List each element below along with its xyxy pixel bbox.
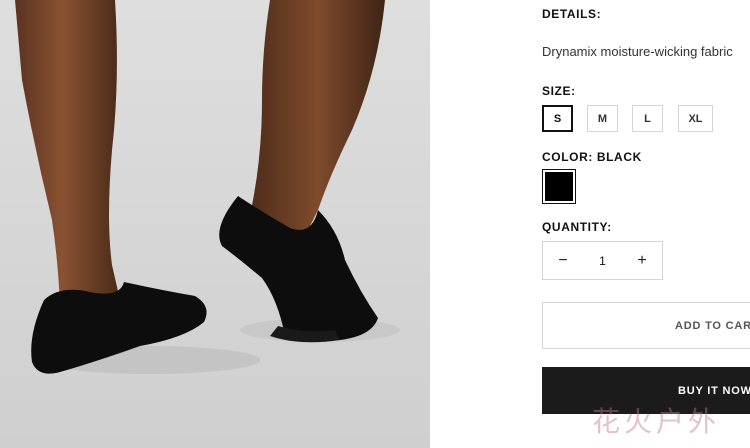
size-label: SIZE: [542,84,576,98]
minus-icon: − [558,251,568,269]
details-label: DETAILS: [542,7,602,21]
color-swatch-black[interactable] [542,169,576,204]
quantity-stepper: − 1 + [542,241,663,280]
product-photo [0,0,430,448]
plus-icon: + [637,251,647,269]
quantity-increase-button[interactable]: + [622,242,662,279]
quantity-value[interactable]: 1 [583,242,622,279]
size-option-s[interactable]: S [542,105,573,132]
watermark-text: 花火户外 [592,405,721,438]
size-option-xl[interactable]: XL [678,105,713,132]
add-to-cart-button[interactable]: ADD TO CART [542,302,750,349]
quantity-decrease-button[interactable]: − [543,242,583,279]
color-swatch-fill [545,172,573,201]
quantity-label: QUANTITY: [542,220,612,234]
details-text: Drynamix moisture-wicking fabric [542,44,733,59]
color-label: COLOR: BLACK [542,150,642,164]
sock-model-image [15,0,400,374]
size-option-m[interactable]: M [587,105,618,132]
product-options-panel: DETAILS: Drynamix moisture-wicking fabri… [542,0,750,448]
size-option-l[interactable]: L [632,105,663,132]
